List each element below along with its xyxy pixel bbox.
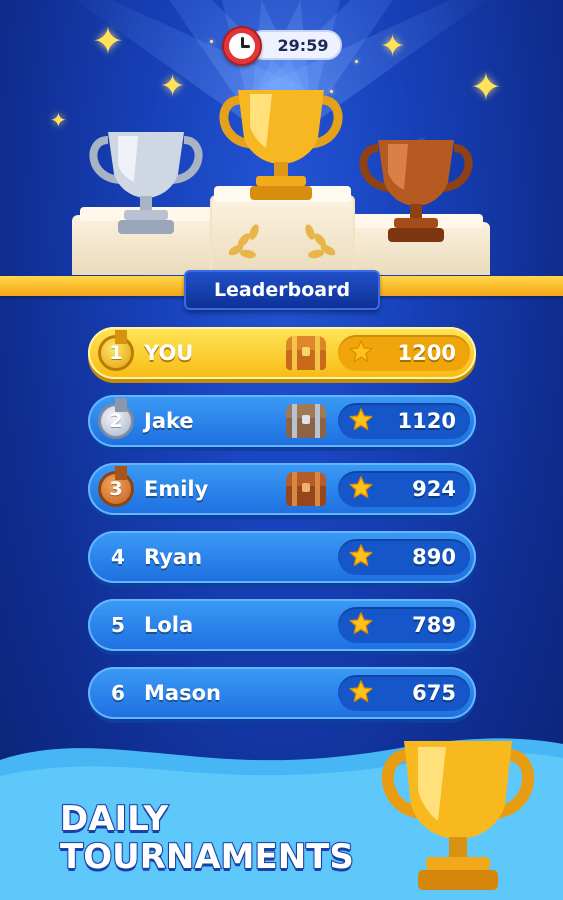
score-pill: 890 xyxy=(338,539,470,575)
rank-number: 6 xyxy=(111,681,125,705)
score-pill: 1120 xyxy=(338,403,470,439)
bronze-medal-icon: 3 xyxy=(98,466,134,507)
sparkle-icon: ✦ xyxy=(160,69,186,104)
star-icon xyxy=(349,612,373,634)
star-icon xyxy=(349,680,373,702)
podium-scene: ✦ ✦ ✦ ✦ ✦ 29:59 xyxy=(0,0,563,300)
sparkle-icon: ✦ xyxy=(470,65,502,109)
player-score: 789 xyxy=(412,613,456,637)
star-icon xyxy=(349,476,373,498)
promo-line-2: TOURNAMENTS xyxy=(59,837,355,877)
player-score: 675 xyxy=(412,681,456,705)
reward-chest-icon xyxy=(286,472,326,506)
gold-trophy-icon xyxy=(219,90,343,200)
sparkle-icon: ✦ xyxy=(50,108,67,132)
promo-trophy-icon xyxy=(381,741,535,890)
rank-number: 1 xyxy=(109,342,123,364)
star-icon xyxy=(349,340,373,362)
leaderboard-row[interactable]: 4 Ryan 890 xyxy=(88,531,476,583)
reward-chest-icon xyxy=(286,404,326,438)
player-name: Ryan xyxy=(144,545,203,569)
score-pill: 1200 xyxy=(338,335,470,371)
silver-trophy-icon xyxy=(89,132,203,234)
sparkle-icon: ✦ xyxy=(380,29,406,64)
player-name: Lola xyxy=(144,613,194,637)
silver-medal-icon: 2 xyxy=(98,398,134,439)
timer-value: 29:59 xyxy=(277,35,329,55)
star-icon xyxy=(349,544,373,566)
promo-line-1: DAILY xyxy=(59,799,169,839)
leaderboard-row[interactable]: 1 YOU 1200 xyxy=(88,327,476,379)
leaderboard-row[interactable]: 2 Jake 1120 xyxy=(88,395,476,447)
leaderboard-row[interactable]: 5 Lola 789 xyxy=(88,599,476,651)
player-name: Emily xyxy=(144,477,209,501)
rank-number: 3 xyxy=(109,478,123,500)
sparkle-icon: ✦ xyxy=(92,19,124,63)
star-icon xyxy=(349,408,373,430)
leaderboard-title: Leaderboard xyxy=(184,270,380,310)
player-name: Jake xyxy=(144,409,194,433)
player-score: 1200 xyxy=(397,341,456,365)
laurel-icon xyxy=(228,224,336,259)
player-score: 1120 xyxy=(397,409,456,433)
player-name: YOU xyxy=(144,341,194,365)
player-name: Mason xyxy=(144,681,221,705)
gold-medal-icon: 1 xyxy=(98,330,134,371)
score-pill: 675 xyxy=(338,675,470,711)
bronze-trophy-icon xyxy=(359,140,473,242)
leaderboard-row[interactable]: 3 Emily 924 xyxy=(88,463,476,515)
rank-number: 2 xyxy=(109,410,123,432)
clock-icon xyxy=(222,26,262,66)
player-score: 890 xyxy=(412,545,456,569)
score-pill: 789 xyxy=(338,607,470,643)
tournament-timer: 29:59 xyxy=(222,26,342,66)
promo-title: DAILY TOURNAMENTS xyxy=(59,799,355,877)
leaderboard-row[interactable]: 6 Mason 675 xyxy=(88,667,476,719)
score-pill: 924 xyxy=(338,471,470,507)
reward-chest-icon xyxy=(286,336,326,370)
rank-number: 5 xyxy=(111,613,125,637)
player-score: 924 xyxy=(412,477,456,501)
rank-number: 4 xyxy=(111,545,125,569)
